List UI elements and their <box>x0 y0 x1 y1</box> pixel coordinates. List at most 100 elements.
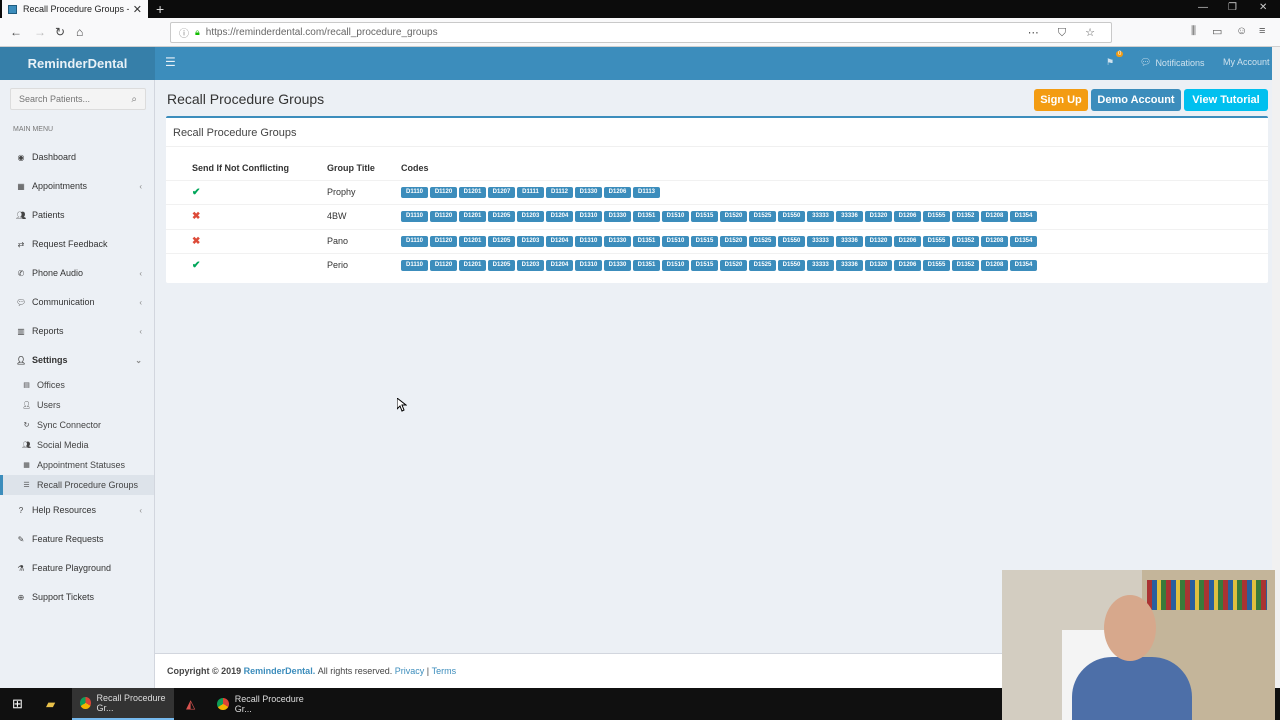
code-badge: D1510 <box>662 236 689 247</box>
sidebar-item-request-feedback[interactable]: ⇄ Request Feedback <box>0 233 154 255</box>
group-title: Prophy <box>327 187 356 197</box>
code-badge: D1354 <box>1010 260 1037 271</box>
code-badge: D1330 <box>604 211 631 222</box>
terms-link[interactable]: Terms <box>432 666 457 676</box>
code-badge: D1352 <box>952 236 979 247</box>
sidebar-item-communication[interactable]: 💬︎ Communication ‹ <box>0 291 154 313</box>
code-badge: 33333 <box>807 211 834 222</box>
code-badge: D1515 <box>691 260 718 271</box>
page-title: Recall Procedure Groups <box>167 91 325 107</box>
menu-toggle-icon[interactable]: ☰ <box>165 55 176 69</box>
code-badge: D1204 <box>546 211 573 222</box>
flask-icon: ⚗ <box>17 563 25 573</box>
webcam-presenter <box>1072 595 1192 720</box>
code-badge: D1205 <box>488 236 515 247</box>
minimize-icon[interactable]: — <box>1198 2 1208 13</box>
sidebar-subitem-users[interactable]: 👤︎ Users <box>0 395 154 415</box>
table-row[interactable]: ✖ Pano D1110 D1120 D1201 D1205 D1203 D1204 D1310… <box>166 229 1268 253</box>
search-icon[interactable]: ⌕ <box>131 94 137 105</box>
logo[interactable]: ReminderDental <box>0 47 155 80</box>
brand-link[interactable]: ReminderDental. <box>244 666 316 676</box>
code-list: D1110 D1120 D1201 D1205 D1203 D1204 D1310 D1330… <box>401 236 1037 247</box>
code-badge: D1206 <box>894 260 921 271</box>
table-row[interactable]: ✔ Perio D1110 D1120 D1201 D1205 D1203 D1204 D131… <box>166 253 1268 277</box>
taskbar-item-browser-2[interactable]: Recall Procedure Gr... <box>211 688 321 720</box>
sidebar-item-help-resources[interactable]: ? Help Resources ‹ <box>0 499 154 521</box>
code-badge: D1550 <box>778 260 805 271</box>
reload-icon[interactable]: ↻ <box>55 25 65 39</box>
windows-start-icon[interactable]: ⊞ <box>12 688 23 720</box>
code-badge: D1510 <box>662 260 689 271</box>
browser-tab[interactable]: Recall Procedure Groups - Rem ✕ <box>2 0 148 18</box>
sign-up-button[interactable]: Sign Up <box>1034 89 1088 111</box>
my-account-link[interactable]: My Account <box>1223 57 1270 67</box>
sidebar-subitem-sync-connector[interactable]: ↻ Sync Connector <box>0 415 154 435</box>
code-badge: D1110 <box>401 187 428 198</box>
sidebar-item-label: Patients <box>32 210 65 220</box>
code-badge: D1555 <box>923 211 950 222</box>
view-tutorial-button[interactable]: View Tutorial <box>1184 89 1268 111</box>
sidebar-item-patients[interactable]: 👥︎ Patients <box>0 204 154 226</box>
account-icon[interactable]: ☺ <box>1236 25 1247 37</box>
code-badge: D1201 <box>459 236 486 247</box>
sidebar-item-dashboard[interactable]: ◉ Dashboard <box>0 146 154 168</box>
close-tab-icon[interactable]: ✕ <box>133 3 142 16</box>
sidebar-item-label: Reports <box>32 326 64 336</box>
restore-icon[interactable]: ❐ <box>1228 2 1237 13</box>
sidebar-item-reports[interactable]: ▥ Reports ‹ <box>0 320 154 342</box>
sidebar-subitem-label: Offices <box>37 380 65 390</box>
sidebar-subitem-appointment-statuses[interactable]: ▦ Appointment Statuses <box>0 455 154 475</box>
sidebar-item-phone-audio[interactable]: ✆ Phone Audio ‹ <box>0 262 154 284</box>
sidebar-toggle-icon[interactable]: ▭ <box>1212 25 1222 38</box>
code-badge: D1205 <box>488 260 515 271</box>
file-explorer-icon[interactable]: ▰ <box>46 688 55 720</box>
forward-icon[interactable]: → <box>34 25 46 39</box>
window-close-icon[interactable]: ✕ <box>1259 2 1267 13</box>
code-badge: D1113 <box>633 187 660 198</box>
demo-account-button[interactable]: Demo Account <box>1091 89 1181 111</box>
taskbar-item-browser[interactable]: Recall Procedure Gr... <box>72 688 174 720</box>
back-icon[interactable]: ← <box>10 25 22 39</box>
column-header-send: Send If Not Conflicting <box>192 163 289 173</box>
sidebar-subitem-recall-procedure-groups[interactable]: ☰ Recall Procedure Groups <box>0 475 154 495</box>
table-row[interactable]: ✔ Prophy D1110 D1120 D1201 D1207 D1111 D1112 D13… <box>166 180 1268 204</box>
code-badge: D1351 <box>633 260 660 271</box>
code-badge: D1351 <box>633 211 660 222</box>
browser-menu-icon[interactable]: ≡ <box>1259 25 1265 37</box>
user-icon: 👤︎ <box>16 355 27 365</box>
app-icon[interactable]: ◭ <box>186 688 195 720</box>
sidebar-subitem-offices[interactable]: ▤ Offices <box>0 375 154 395</box>
info-icon[interactable]: ⓘ <box>179 25 189 40</box>
search-patients-input[interactable] <box>19 94 119 104</box>
recall-groups-box: Recall Procedure Groups Send If Not Conf… <box>166 116 1268 283</box>
chevron-down-icon: ⌄ <box>135 355 142 365</box>
page-actions[interactable]: ⋯ ⛉ ☆ <box>1028 26 1103 40</box>
sidebar-subitem-social-media[interactable]: 👥︎ Social Media <box>0 435 154 455</box>
code-badge: D1203 <box>517 211 544 222</box>
code-badge: D1515 <box>691 236 718 247</box>
search-box[interactable]: ⌕ <box>10 88 146 110</box>
code-badge: D1320 <box>865 260 892 271</box>
flag-icon[interactable]: ⚑ <box>1106 57 1114 68</box>
building-icon: ▤ <box>23 382 30 389</box>
address-bar[interactable]: ⓘ 🔒︎ https://reminderdental.com/recall_p… <box>170 22 1112 43</box>
home-icon[interactable]: ⌂ <box>76 25 83 39</box>
phone-icon: ✆ <box>17 268 25 278</box>
sidebar-item-appointments[interactable]: ▦ Appointments ‹ <box>0 175 154 197</box>
privacy-link[interactable]: Privacy <box>395 666 425 676</box>
calendar-icon: ▦ <box>17 181 25 191</box>
new-tab-button[interactable]: + <box>156 1 164 17</box>
sidebar-item-feature-requests[interactable]: ✎ Feature Requests <box>0 528 154 550</box>
notifications-link[interactable]: 💬︎ Notifications <box>1140 57 1204 68</box>
table-row[interactable]: ✖ 4BW D1110 D1120 D1201 D1205 D1203 D1204 D1310 D… <box>166 204 1268 228</box>
code-badge: D1201 <box>459 260 486 271</box>
code-badge: 33333 <box>807 260 834 271</box>
sidebar-item-support-tickets[interactable]: ⊕ Support Tickets <box>0 586 154 608</box>
sidebar-item-feature-playground[interactable]: ⚗ Feature Playground <box>0 557 154 579</box>
code-badge: 33336 <box>836 211 863 222</box>
library-icon[interactable]: ⫼ <box>1191 25 1196 38</box>
code-badge: D1525 <box>749 236 776 247</box>
sidebar-item-settings[interactable]: 👤︎ Settings ⌄ <box>0 349 154 371</box>
x-icon: ✖ <box>192 236 201 247</box>
code-badge: D1550 <box>778 211 805 222</box>
